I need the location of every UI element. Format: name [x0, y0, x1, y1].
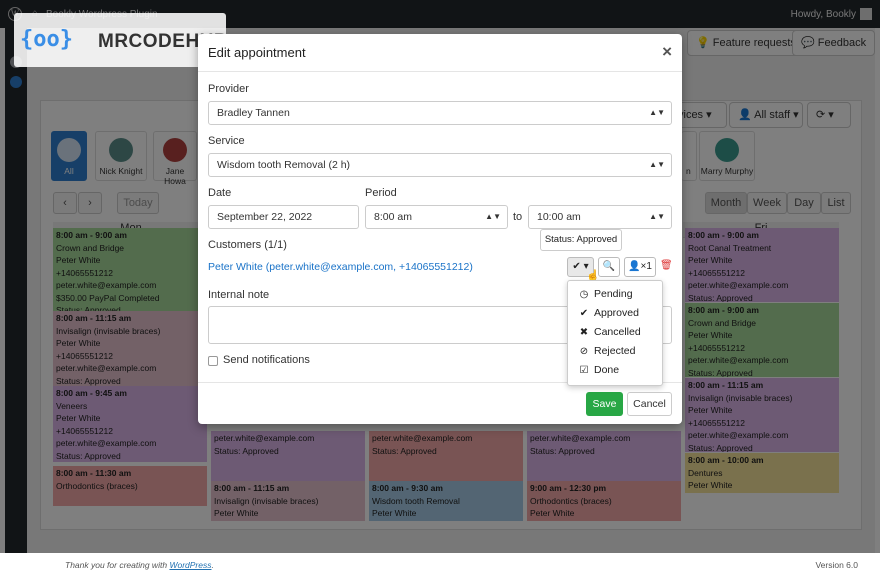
- customer-link[interactable]: Peter White (peter.white@example.com, +1…: [208, 261, 473, 273]
- sort-icon: ▲▼: [485, 212, 501, 221]
- status-pending[interactable]: ◷ Pending: [568, 285, 664, 304]
- version: Version 6.0: [815, 560, 858, 570]
- provider-label: Provider: [208, 83, 249, 95]
- cancel-button[interactable]: Cancel: [627, 392, 672, 416]
- status-rejected[interactable]: ⊘ Rejected: [568, 342, 664, 361]
- checkbox-icon: ☑: [579, 365, 589, 376]
- service-label: Service: [208, 135, 245, 147]
- footer-thanks: Thank you for creating with WordPress.: [65, 560, 214, 570]
- trash-icon[interactable]: 🗑: [660, 260, 673, 271]
- dialog-title: Edit appointment: [208, 45, 306, 60]
- logo-mark: {oo}: [20, 27, 73, 52]
- date-label: Date: [208, 187, 232, 199]
- close-icon[interactable]: ×: [662, 42, 672, 62]
- sort-icon: ▲▼: [649, 160, 665, 169]
- send-notifications-label: Send notifications: [223, 354, 310, 366]
- status-approved[interactable]: ✔ Approved: [568, 304, 664, 323]
- end-time-select[interactable]: 10:00 am ▲▼: [528, 205, 672, 229]
- sort-icon: ▲▼: [649, 212, 665, 221]
- ban-icon: ⊘: [579, 346, 589, 357]
- start-time-select[interactable]: 8:00 am ▲▼: [365, 205, 508, 229]
- check-icon: ✔: [579, 308, 589, 319]
- to-label: to: [513, 211, 523, 223]
- save-button[interactable]: Save: [586, 392, 623, 416]
- service-select[interactable]: Wisdom tooth Removal (2 h) ▲▼: [208, 153, 672, 177]
- status-menu: ◷ Pending ✔ Approved ✖ Cancelled ⊘ Rejected …: [567, 280, 663, 386]
- wordpress-link[interactable]: WordPress: [169, 560, 211, 570]
- watermark-logo: {oo} MRCODEHUB: [14, 13, 228, 67]
- seats-button[interactable]: 👤×1: [624, 257, 656, 277]
- provider-select[interactable]: Bradley Tannen ▲▼: [208, 101, 672, 125]
- clock-icon: ◷: [579, 289, 589, 300]
- send-notifications-checkbox[interactable]: [208, 356, 218, 366]
- sort-icon: ▲▼: [649, 108, 665, 117]
- status-cancelled[interactable]: ✖ Cancelled: [568, 323, 664, 342]
- status-tooltip: Status: Approved: [540, 229, 622, 251]
- customers-label: Customers (1/1): [208, 239, 287, 251]
- internal-note-label: Internal note: [208, 289, 270, 301]
- search-icon[interactable]: 🔍: [598, 257, 620, 277]
- date-input[interactable]: September 22, 2022: [208, 205, 359, 229]
- status-done[interactable]: ☑ Done: [568, 361, 664, 380]
- dialog-header: Edit appointment ×: [198, 34, 682, 72]
- period-label: Period: [365, 187, 397, 199]
- x-icon: ✖: [579, 327, 589, 338]
